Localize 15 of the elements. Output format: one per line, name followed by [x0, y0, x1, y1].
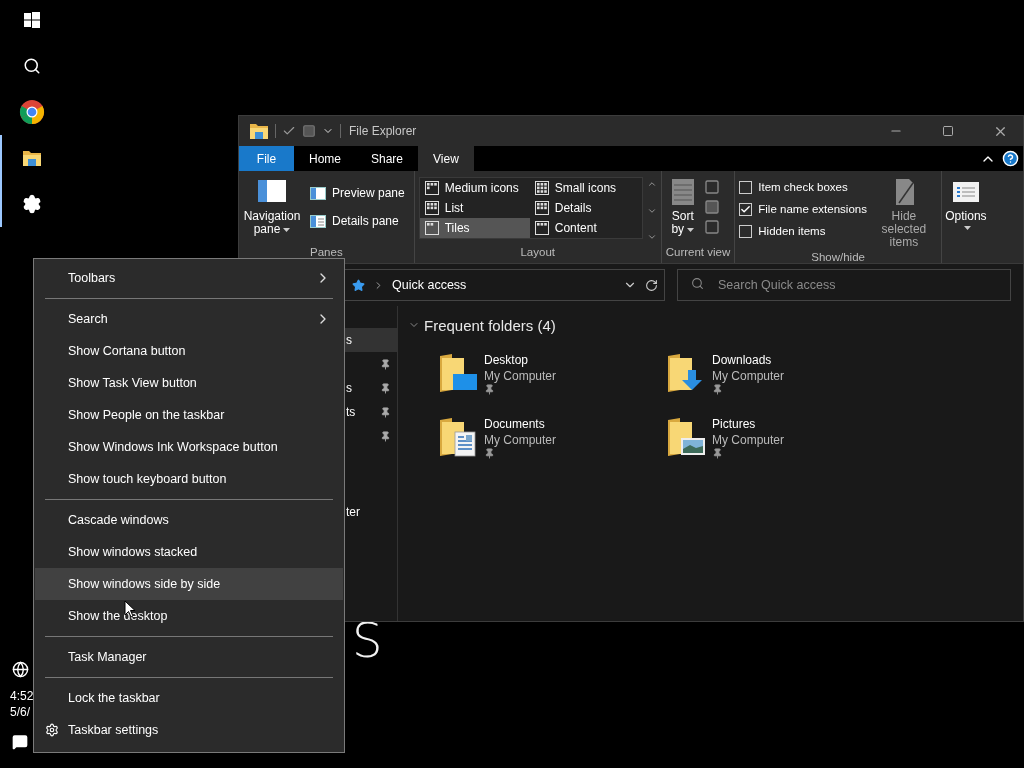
folder-name: Desktop — [484, 352, 530, 368]
folder-name: Documents — [484, 416, 546, 432]
folder-location: My Computer — [484, 432, 557, 448]
folder-location: My Computer — [712, 368, 785, 384]
group-label: Panes — [309, 246, 344, 260]
group-label: Show/hide — [810, 251, 866, 263]
folder-name: Downloads — [712, 352, 773, 368]
section-heading: Frequent folders (4) — [424, 316, 556, 334]
window-title: File Explorer — [349, 124, 417, 138]
folder-location: My Computer — [484, 368, 557, 384]
folder-location: My Computer — [712, 432, 785, 448]
folder-name: Pictures — [712, 416, 757, 432]
desktop-text: S — [352, 616, 383, 664]
group-label: Layout — [519, 246, 556, 260]
group-label: Current view — [665, 246, 731, 260]
